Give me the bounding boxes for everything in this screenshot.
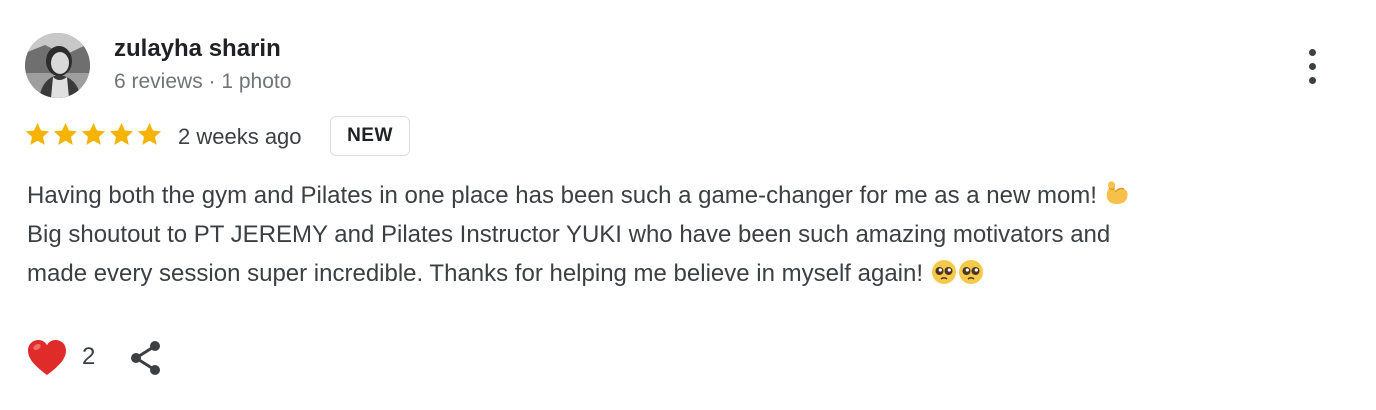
review-line-text: Having both the gym and Pilates in one p… bbox=[27, 182, 1097, 209]
flexed-biceps-icon bbox=[1103, 178, 1131, 206]
reviewer-name[interactable]: zulayha sharin bbox=[114, 33, 281, 65]
review-line: made every session super incredible. Tha… bbox=[27, 254, 1347, 297]
pleading-face-icon bbox=[958, 258, 984, 297]
star-icon bbox=[53, 123, 78, 145]
more-dot bbox=[1308, 76, 1316, 84]
review-text: Having both the gym and Pilates in one p… bbox=[27, 176, 1347, 297]
review-line-text: Big shoutout to PT JEREMY and Pilates In… bbox=[27, 221, 1111, 248]
review-date: 2 weeks ago bbox=[178, 124, 302, 149]
like-button[interactable] bbox=[26, 338, 68, 378]
more-vertical-icon bbox=[1308, 48, 1316, 56]
review-line-text: made every session super incredible. Tha… bbox=[27, 260, 924, 287]
avatar[interactable] bbox=[25, 33, 90, 98]
reviewer-meta: 6 reviews · 1 photo bbox=[114, 70, 292, 93]
more-dot bbox=[1308, 62, 1316, 70]
review-card: zulayha sharin 6 reviews · 1 photo 2 wee… bbox=[0, 0, 1376, 410]
star-icon bbox=[25, 123, 50, 145]
review-line: Big shoutout to PT JEREMY and Pilates In… bbox=[27, 215, 1347, 254]
star-icon bbox=[137, 123, 162, 145]
star-rating bbox=[24, 121, 163, 148]
share-button[interactable] bbox=[128, 339, 164, 377]
new-badge: NEW bbox=[330, 116, 410, 156]
pleading-face-icon bbox=[931, 258, 957, 297]
emoji-group bbox=[931, 258, 984, 297]
star-icon bbox=[81, 123, 106, 145]
avatar-photo bbox=[25, 33, 90, 98]
star-icon bbox=[109, 123, 134, 145]
heart-icon bbox=[28, 340, 66, 375]
like-count: 2 bbox=[82, 343, 96, 370]
share-icon bbox=[131, 341, 160, 375]
review-line: Having both the gym and Pilates in one p… bbox=[27, 176, 1347, 215]
more-options-button[interactable] bbox=[1292, 44, 1332, 88]
